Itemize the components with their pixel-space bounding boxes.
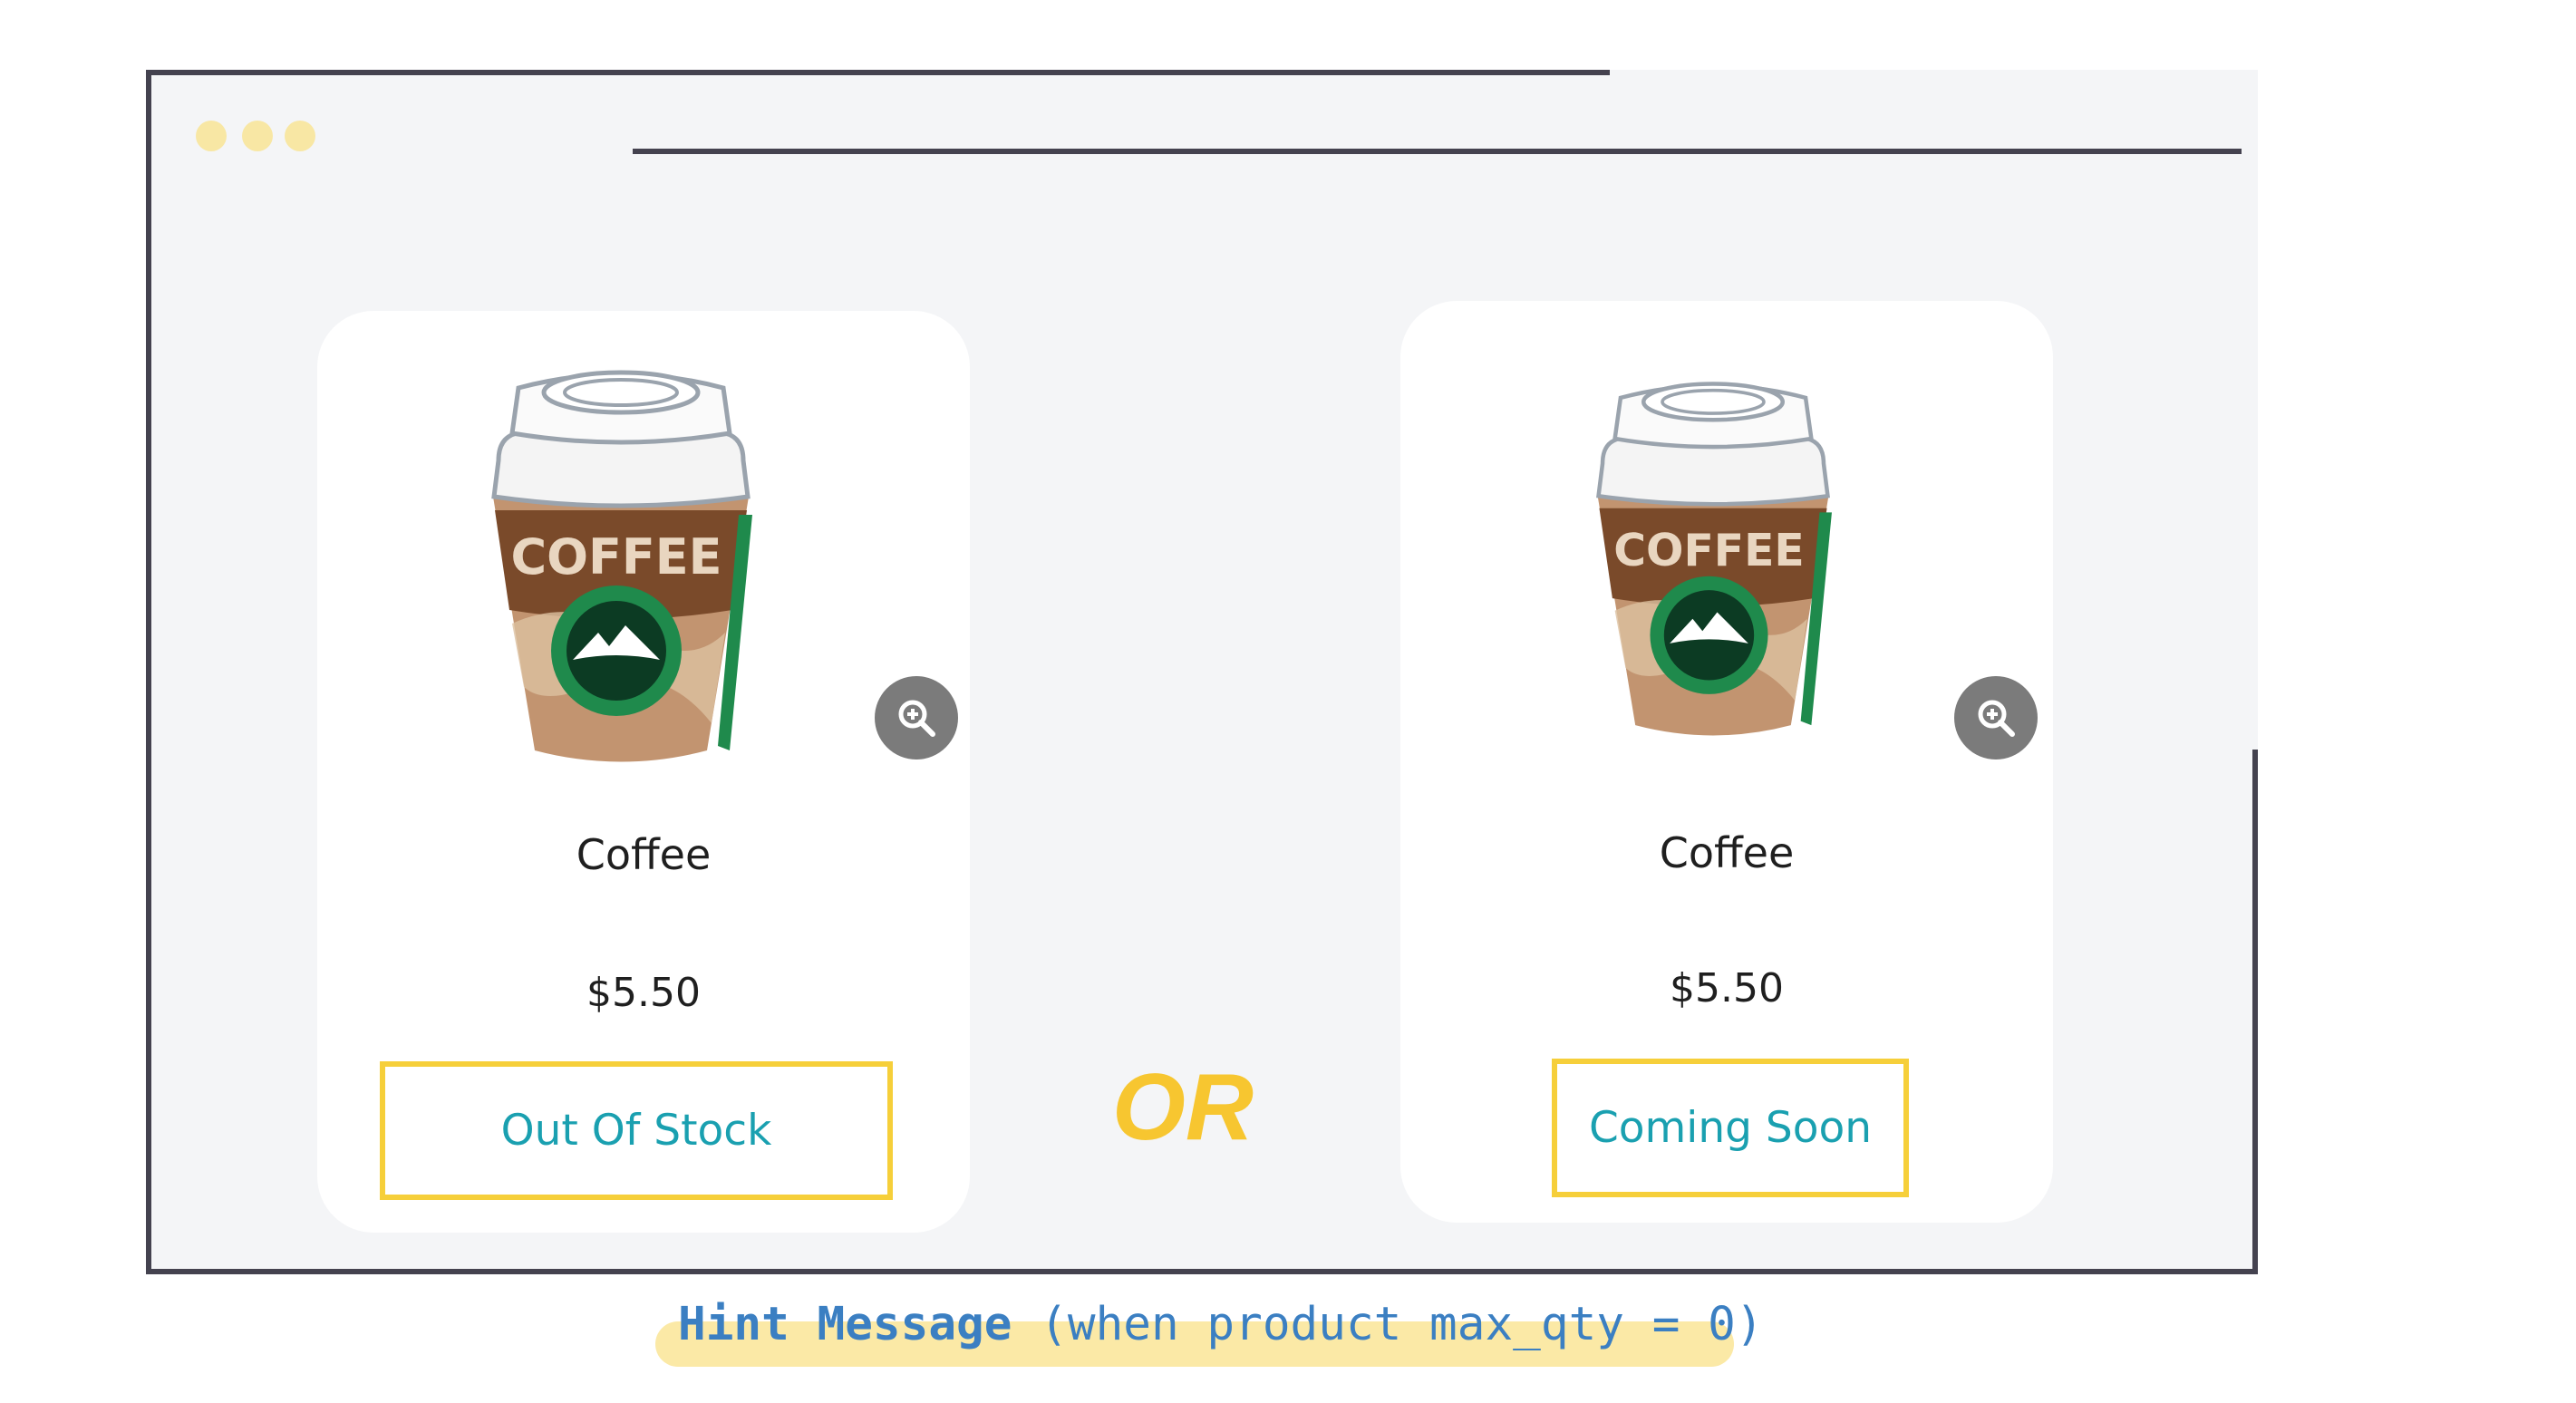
hint-caption: Hint Message (when product max_qty = 0) (678, 1298, 1764, 1351)
product-name: Coffee (576, 830, 712, 879)
address-bar-line (633, 149, 2242, 154)
product-card-out-of-stock: COFFEE Coffee $5.50 Out Of Stock (317, 311, 970, 1233)
frame-border-right (2252, 750, 2258, 1274)
zoom-in-icon (898, 700, 935, 737)
product-card-coming-soon: COFFEE Coffee $5.50 Coming Soon (1400, 301, 2053, 1223)
hint-detail: (when product max_qty = 0) (1040, 1298, 1764, 1351)
frame-border-left (146, 70, 151, 1274)
frame-border-bottom (146, 1269, 2258, 1274)
or-separator: OR (1112, 1055, 1254, 1160)
out-of-stock-button[interactable]: Out Of Stock (380, 1061, 893, 1200)
product-name: Coffee (1659, 828, 1795, 877)
window-dot-3[interactable] (285, 121, 315, 151)
product-price: $5.50 (586, 970, 701, 1016)
hint-title: Hint Message (678, 1298, 1012, 1351)
svg-text:COFFEE: COFFEE (510, 528, 721, 585)
svg-text:COFFEE: COFFEE (1613, 525, 1805, 576)
window-dot-1[interactable] (196, 121, 227, 151)
zoom-button[interactable] (1954, 676, 2038, 760)
window-dot-2[interactable] (242, 121, 273, 151)
product-price: $5.50 (1670, 965, 1784, 1011)
frame-border-top (146, 70, 1610, 75)
coffee-cup-icon: COFFEE (480, 361, 761, 769)
coming-soon-button[interactable]: Coming Soon (1552, 1059, 1909, 1197)
zoom-button[interactable] (875, 676, 958, 760)
coffee-cup-icon: COFFEE (1586, 363, 1840, 752)
zoom-in-icon (1978, 700, 2015, 737)
